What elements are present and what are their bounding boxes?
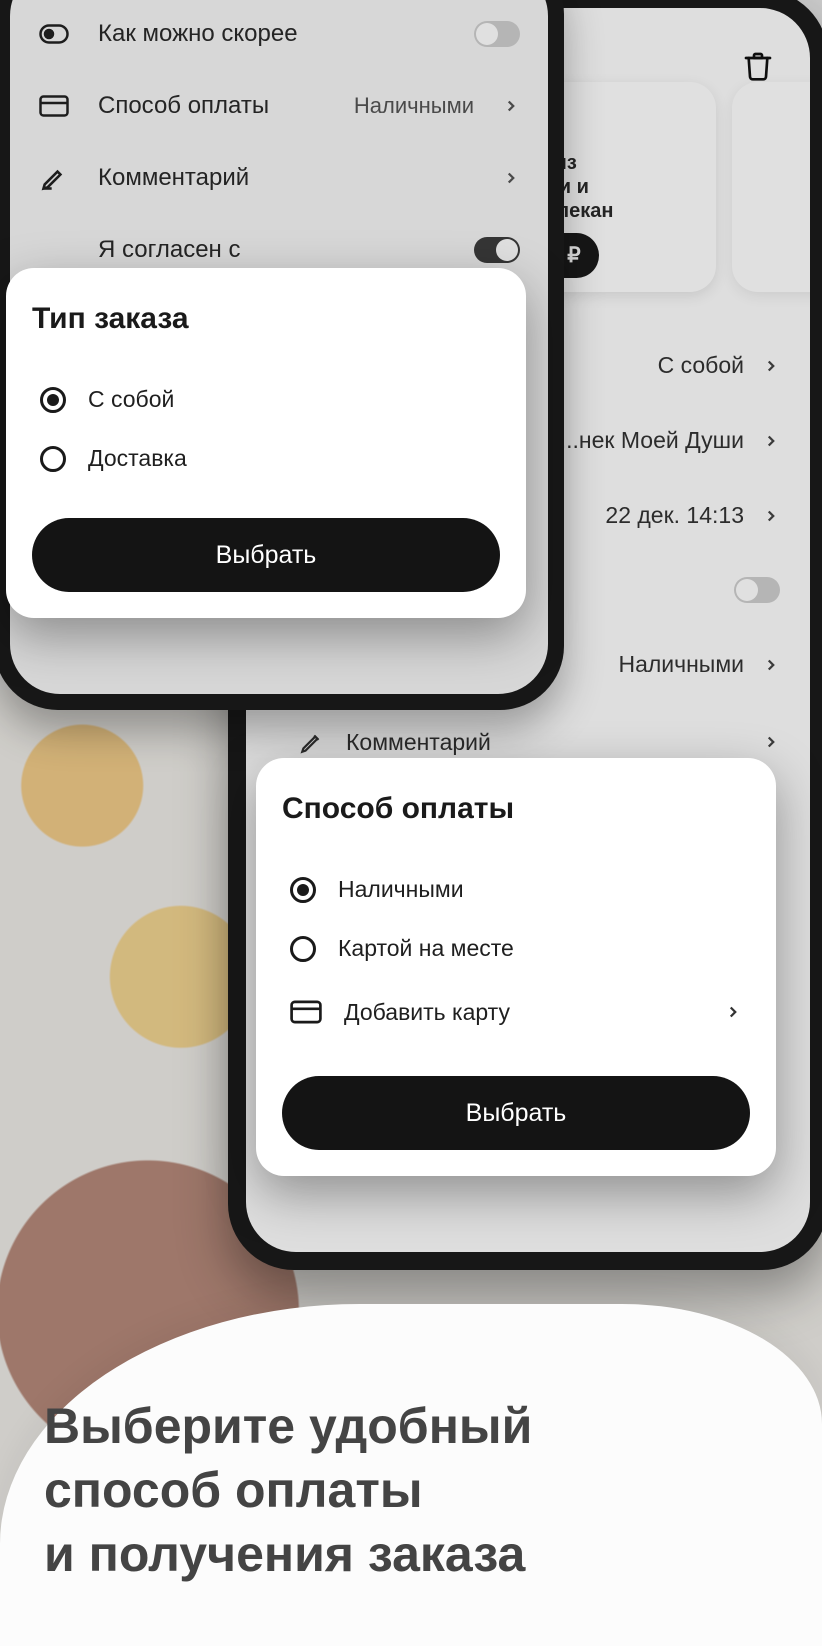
chevron-right-icon (724, 1003, 742, 1021)
order-type-option-takeaway[interactable]: С собой (32, 370, 500, 429)
card-icon (290, 996, 322, 1028)
payment-option-label: Наличными (338, 876, 464, 903)
payment-option-cash[interactable]: Наличными (282, 860, 750, 919)
payment-select-button[interactable]: Выбрать (282, 1076, 750, 1150)
order-type-option-label: С собой (88, 386, 174, 413)
payment-method-modal: Способ оплаты Наличными Картой на месте … (256, 758, 776, 1176)
radio-icon (40, 446, 66, 472)
payment-method-title: Способ оплаты (282, 792, 750, 826)
headline-text: Выберите удобный способ оплаты и получен… (44, 1394, 778, 1586)
radio-icon (290, 936, 316, 962)
radio-icon (40, 387, 66, 413)
order-type-title: Тип заказа (32, 302, 500, 336)
order-type-select-button[interactable]: Выбрать (32, 518, 500, 592)
radio-icon (290, 877, 316, 903)
payment-option-label: Картой на месте (338, 935, 514, 962)
order-type-modal: Тип заказа С собой Доставка Выбрать (6, 268, 526, 618)
add-card-label: Добавить карту (344, 999, 510, 1026)
order-type-option-delivery[interactable]: Доставка (32, 429, 500, 488)
payment-option-card-onsite[interactable]: Картой на месте (282, 919, 750, 978)
add-card-row[interactable]: Добавить карту (282, 978, 750, 1046)
order-type-option-label: Доставка (88, 445, 187, 472)
